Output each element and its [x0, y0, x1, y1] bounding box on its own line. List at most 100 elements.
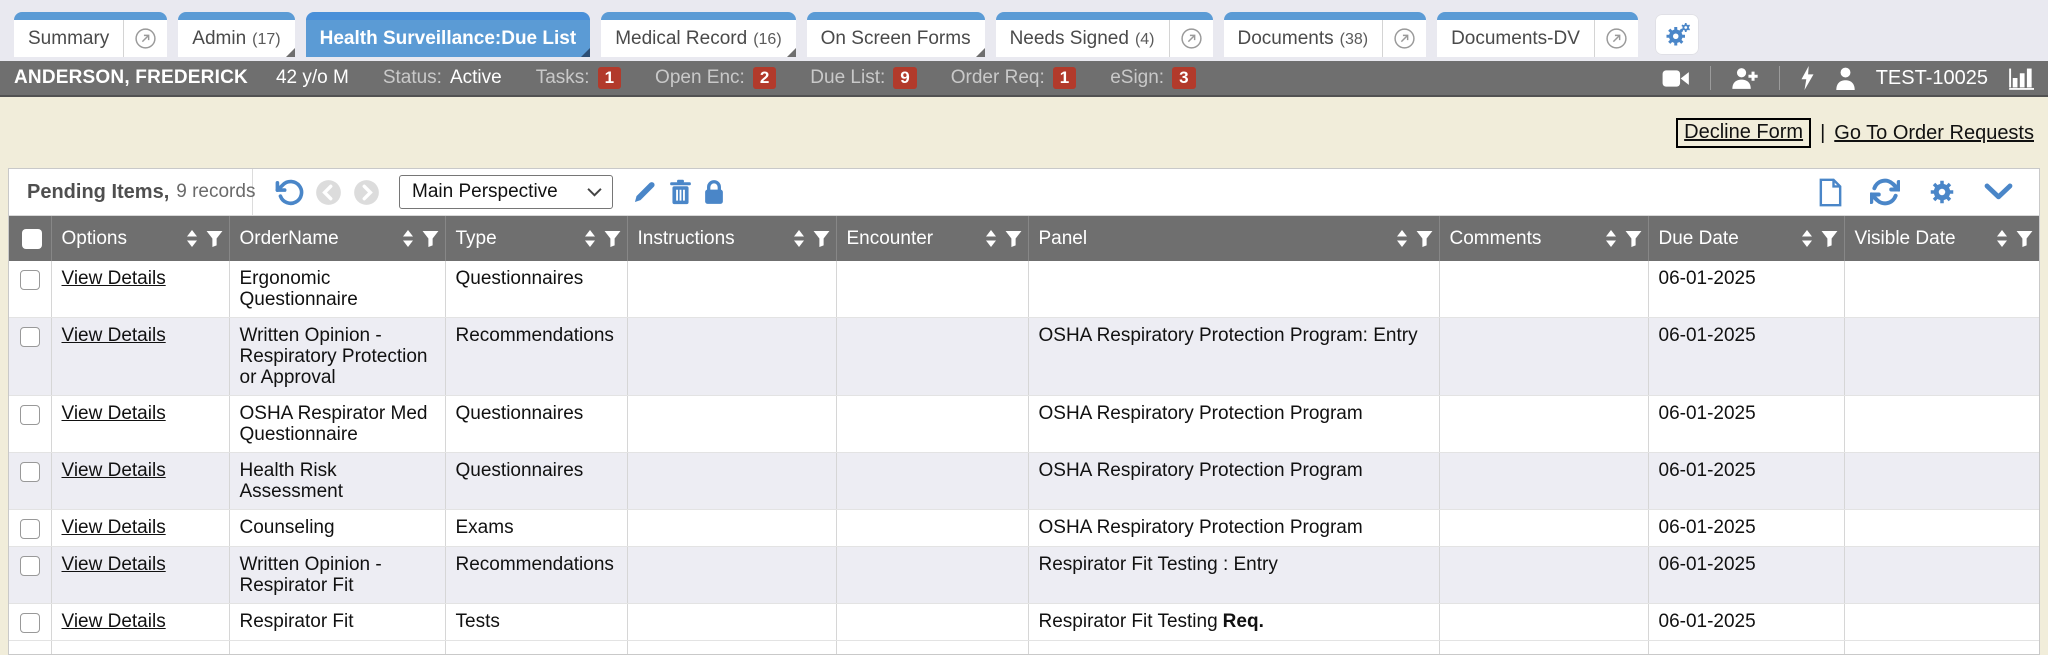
cell-order-name: Written Opinion - Respirator Fit — [229, 547, 445, 604]
row-select-cell — [9, 510, 51, 547]
badge-label: Order Req: — [951, 67, 1045, 89]
undo-button[interactable] — [275, 178, 304, 207]
tab[interactable]: Summary — [14, 12, 167, 57]
video-camera-icon — [1662, 69, 1690, 88]
lock-perspective-button[interactable] — [703, 179, 725, 205]
decline-form-link[interactable]: Decline Form — [1684, 121, 1803, 143]
view-details-link[interactable]: View Details — [62, 268, 166, 289]
sort-icon[interactable] — [583, 229, 597, 248]
sort-icon[interactable] — [1604, 229, 1618, 248]
tab-external-section[interactable] — [1382, 20, 1426, 57]
partial-row — [9, 641, 2039, 655]
filter-icon[interactable] — [206, 230, 223, 248]
view-details-link[interactable]: View Details — [62, 325, 166, 346]
filter-icon[interactable] — [1625, 230, 1642, 248]
row-select-cell — [9, 396, 51, 453]
tab[interactable]: On Screen Forms — [807, 12, 985, 57]
tab[interactable]: Needs Signed (4) — [996, 12, 1213, 57]
view-details-link[interactable]: View Details — [62, 517, 166, 538]
sort-icon[interactable] — [1800, 229, 1814, 248]
export-button[interactable] — [1818, 178, 1843, 207]
go-to-order-requests-link[interactable]: Go To Order Requests — [1834, 122, 2034, 145]
filter-icon[interactable] — [1005, 230, 1022, 248]
tab[interactable]: Medical Record (16) — [601, 12, 795, 57]
cell-panel: OSHA Respiratory Protection Program: Ent… — [1028, 318, 1439, 396]
column-header[interactable]: Type — [445, 216, 627, 261]
sort-icon[interactable] — [185, 229, 199, 248]
cell-type: Questionnaires — [445, 453, 627, 510]
filter-icon[interactable] — [1416, 230, 1433, 248]
column-header[interactable]: Instructions — [627, 216, 836, 261]
sort-icon[interactable] — [401, 229, 415, 248]
count-badge[interactable]: 2 — [753, 67, 776, 89]
sort-icon[interactable] — [792, 229, 806, 248]
count-badge[interactable]: 3 — [1172, 67, 1195, 89]
chart-button[interactable] — [2008, 66, 2034, 90]
column-header[interactable]: Encounter — [836, 216, 1028, 261]
filter-icon[interactable] — [813, 230, 830, 248]
video-camera-button[interactable] — [1662, 69, 1690, 88]
cell-comments — [1439, 396, 1648, 453]
tab-settings-button[interactable] — [1655, 14, 1699, 55]
edit-perspective-button[interactable] — [632, 179, 658, 205]
tab[interactable]: Documents-DV — [1437, 12, 1638, 57]
filter-icon[interactable] — [1821, 230, 1838, 248]
refresh-button[interactable] — [1870, 177, 1900, 207]
row-checkbox[interactable] — [20, 327, 40, 347]
row-checkbox[interactable] — [20, 556, 40, 576]
tab-menu-dogear-icon[interactable] — [581, 48, 590, 57]
tab-menu-dogear-icon[interactable] — [976, 48, 985, 57]
view-details-link[interactable]: View Details — [62, 554, 166, 575]
column-label: Due Date — [1659, 228, 1739, 250]
column-header[interactable]: Panel — [1028, 216, 1439, 261]
gear-icon — [1927, 177, 1957, 207]
delete-perspective-button[interactable] — [669, 179, 692, 205]
collapse-panel-button[interactable] — [1984, 183, 2013, 201]
select-all-checkbox[interactable] — [22, 229, 42, 249]
column-header[interactable]: OrderName — [229, 216, 445, 261]
tab-external-section[interactable] — [1594, 20, 1638, 57]
tab-label: On Screen Forms — [821, 28, 971, 50]
tab-menu-dogear-icon[interactable] — [787, 48, 796, 57]
tab-label: Admin — [192, 28, 246, 50]
row-checkbox[interactable] — [20, 519, 40, 539]
sort-icon[interactable] — [1995, 229, 2009, 248]
filter-icon[interactable] — [422, 230, 439, 248]
tab-external-section[interactable] — [1169, 20, 1213, 57]
view-details-link[interactable]: View Details — [62, 611, 166, 632]
cell-encounter — [836, 510, 1028, 547]
grid-settings-button[interactable] — [1927, 177, 1957, 207]
next-button[interactable] — [353, 179, 380, 206]
perspective-select[interactable]: Main Perspective — [399, 175, 613, 209]
view-details-link[interactable]: View Details — [62, 403, 166, 424]
count-badge[interactable]: 1 — [1053, 67, 1076, 89]
bar-chart-icon — [2008, 66, 2034, 90]
cell-panel: OSHA Respiratory Protection Program — [1028, 396, 1439, 453]
filter-icon[interactable] — [2016, 230, 2033, 248]
tab[interactable]: Admin (17) — [178, 12, 294, 57]
row-checkbox[interactable] — [20, 270, 40, 290]
badge-label: Open Enc: — [655, 67, 745, 89]
count-badge[interactable]: 9 — [893, 67, 916, 89]
prev-button[interactable] — [315, 179, 342, 206]
row-checkbox[interactable] — [20, 613, 40, 633]
tab[interactable]: Health Surveillance:Due List — [306, 12, 591, 57]
row-checkbox[interactable] — [20, 405, 40, 425]
sort-icon[interactable] — [984, 229, 998, 248]
column-header[interactable]: Comments — [1439, 216, 1648, 261]
column-header[interactable]: Visible Date — [1844, 216, 2039, 261]
sort-icon[interactable] — [1395, 229, 1409, 248]
column-header[interactable]: Options — [51, 216, 229, 261]
quick-action-button[interactable] — [1800, 66, 1815, 90]
row-checkbox[interactable] — [20, 462, 40, 482]
tab-external-section[interactable] — [123, 20, 167, 57]
person-add-button[interactable] — [1731, 67, 1759, 90]
tab[interactable]: Documents (38) — [1224, 12, 1427, 57]
patient-button[interactable] — [1835, 67, 1856, 90]
count-badge[interactable]: 1 — [598, 67, 621, 89]
column-header[interactable]: Due Date — [1648, 216, 1844, 261]
view-details-link[interactable]: View Details — [62, 460, 166, 481]
gears-icon — [1662, 20, 1692, 50]
tab-menu-dogear-icon[interactable] — [286, 48, 295, 57]
filter-icon[interactable] — [604, 230, 621, 248]
